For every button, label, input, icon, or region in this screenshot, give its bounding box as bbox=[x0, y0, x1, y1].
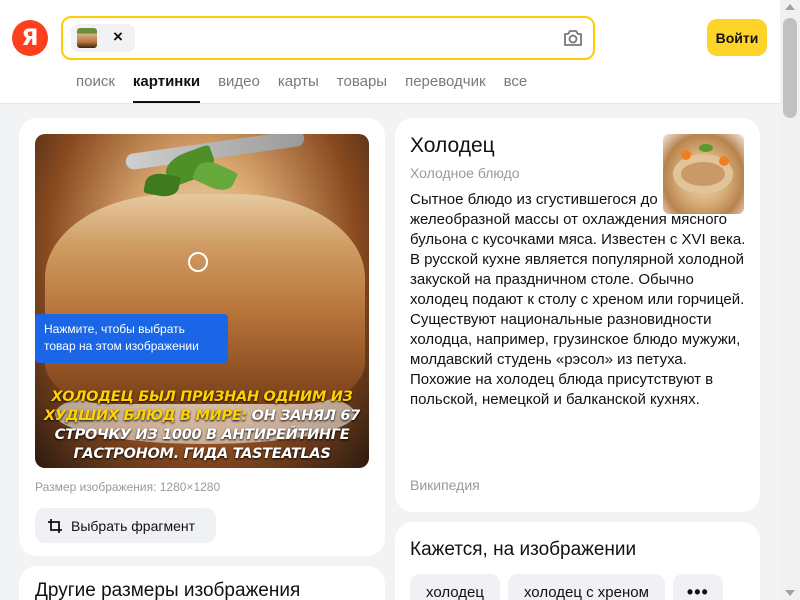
remove-image-button[interactable]: × bbox=[113, 27, 123, 47]
seems-like-card: Кажется, на изображении холодец холодец … bbox=[395, 522, 760, 600]
tab-search[interactable]: поиск bbox=[76, 73, 115, 103]
tag-button[interactable]: холодец bbox=[410, 574, 500, 600]
query-image[interactable]: ХОЛОДЕЦ БЫЛ ПРИЗНАН ОДНИМ ИЗ ХУДШИХ БЛЮД… bbox=[35, 134, 369, 468]
search-box[interactable]: × bbox=[61, 16, 595, 60]
tab-products[interactable]: товары bbox=[337, 73, 387, 103]
entity-description-start: Сытное блюдо из сгустившегося до bbox=[410, 191, 658, 208]
yandex-logo[interactable]: Я bbox=[12, 20, 48, 56]
herb-shape bbox=[699, 144, 713, 152]
select-fragment-button[interactable]: Выбрать фрагмент bbox=[35, 508, 216, 543]
scroll-down-arrow-icon[interactable] bbox=[785, 590, 795, 596]
entity-card: Холодец Холодное блюдо Сытное блюдо из с… bbox=[395, 118, 760, 512]
tab-all[interactable]: все bbox=[504, 73, 528, 103]
tag-button[interactable]: холодец с хреном bbox=[507, 574, 665, 600]
tab-maps[interactable]: карты bbox=[278, 73, 319, 103]
scroll-up-arrow-icon[interactable] bbox=[785, 4, 795, 10]
other-sizes-card: Другие размеры изображения bbox=[19, 566, 385, 600]
tab-images[interactable]: картинки bbox=[132, 73, 201, 103]
entity-title[interactable]: Холодец bbox=[410, 134, 495, 158]
scrollbar-thumb[interactable] bbox=[783, 18, 797, 118]
query-image-thumbnail bbox=[77, 28, 97, 48]
carrot-shape bbox=[719, 156, 729, 166]
scrollbar[interactable] bbox=[780, 0, 800, 600]
image-query-chip[interactable]: × bbox=[71, 24, 135, 52]
image-size-label: Размер изображения: 1280×1280 bbox=[35, 480, 221, 494]
entity-subtitle: Холодное блюдо bbox=[410, 165, 520, 181]
crop-icon bbox=[48, 518, 62, 533]
tag-list: холодец холодец с хреном ••• bbox=[410, 574, 723, 600]
other-sizes-title: Другие размеры изображения bbox=[35, 580, 301, 600]
entity-description-rest: желеобразной массы от охлаждения мясного… bbox=[410, 211, 746, 408]
image-caption: ХОЛОДЕЦ БЫЛ ПРИЗНАН ОДНИМ ИЗ ХУДШИХ БЛЮД… bbox=[39, 388, 365, 464]
search-tabs: поиск картинки видео карты товары перево… bbox=[76, 73, 527, 103]
image-card: ХОЛОДЕЦ БЫЛ ПРИЗНАН ОДНИМ ИЗ ХУДШИХ БЛЮД… bbox=[19, 118, 385, 556]
seems-like-title: Кажется, на изображении bbox=[410, 539, 637, 560]
select-fragment-label: Выбрать фрагмент bbox=[71, 517, 196, 534]
more-tags-button[interactable]: ••• bbox=[672, 574, 723, 600]
product-hotspot-icon[interactable] bbox=[188, 252, 208, 272]
entity-source-link[interactable]: Википедия bbox=[410, 477, 480, 493]
aspic-shape bbox=[45, 194, 365, 404]
tab-translator[interactable]: переводчик bbox=[405, 73, 485, 103]
header: Я × Войти поиск картинки видео карты тов… bbox=[0, 0, 780, 104]
carrot-shape bbox=[681, 150, 691, 160]
login-button[interactable]: Войти bbox=[707, 19, 767, 56]
product-tooltip: Нажмите, чтобы выбрать товар на этом изо… bbox=[35, 314, 228, 363]
tab-video[interactable]: видео bbox=[218, 73, 260, 103]
camera-icon[interactable] bbox=[561, 26, 585, 50]
entity-description: Сытное блюдо из сгустившегося до желеобр… bbox=[410, 190, 750, 410]
